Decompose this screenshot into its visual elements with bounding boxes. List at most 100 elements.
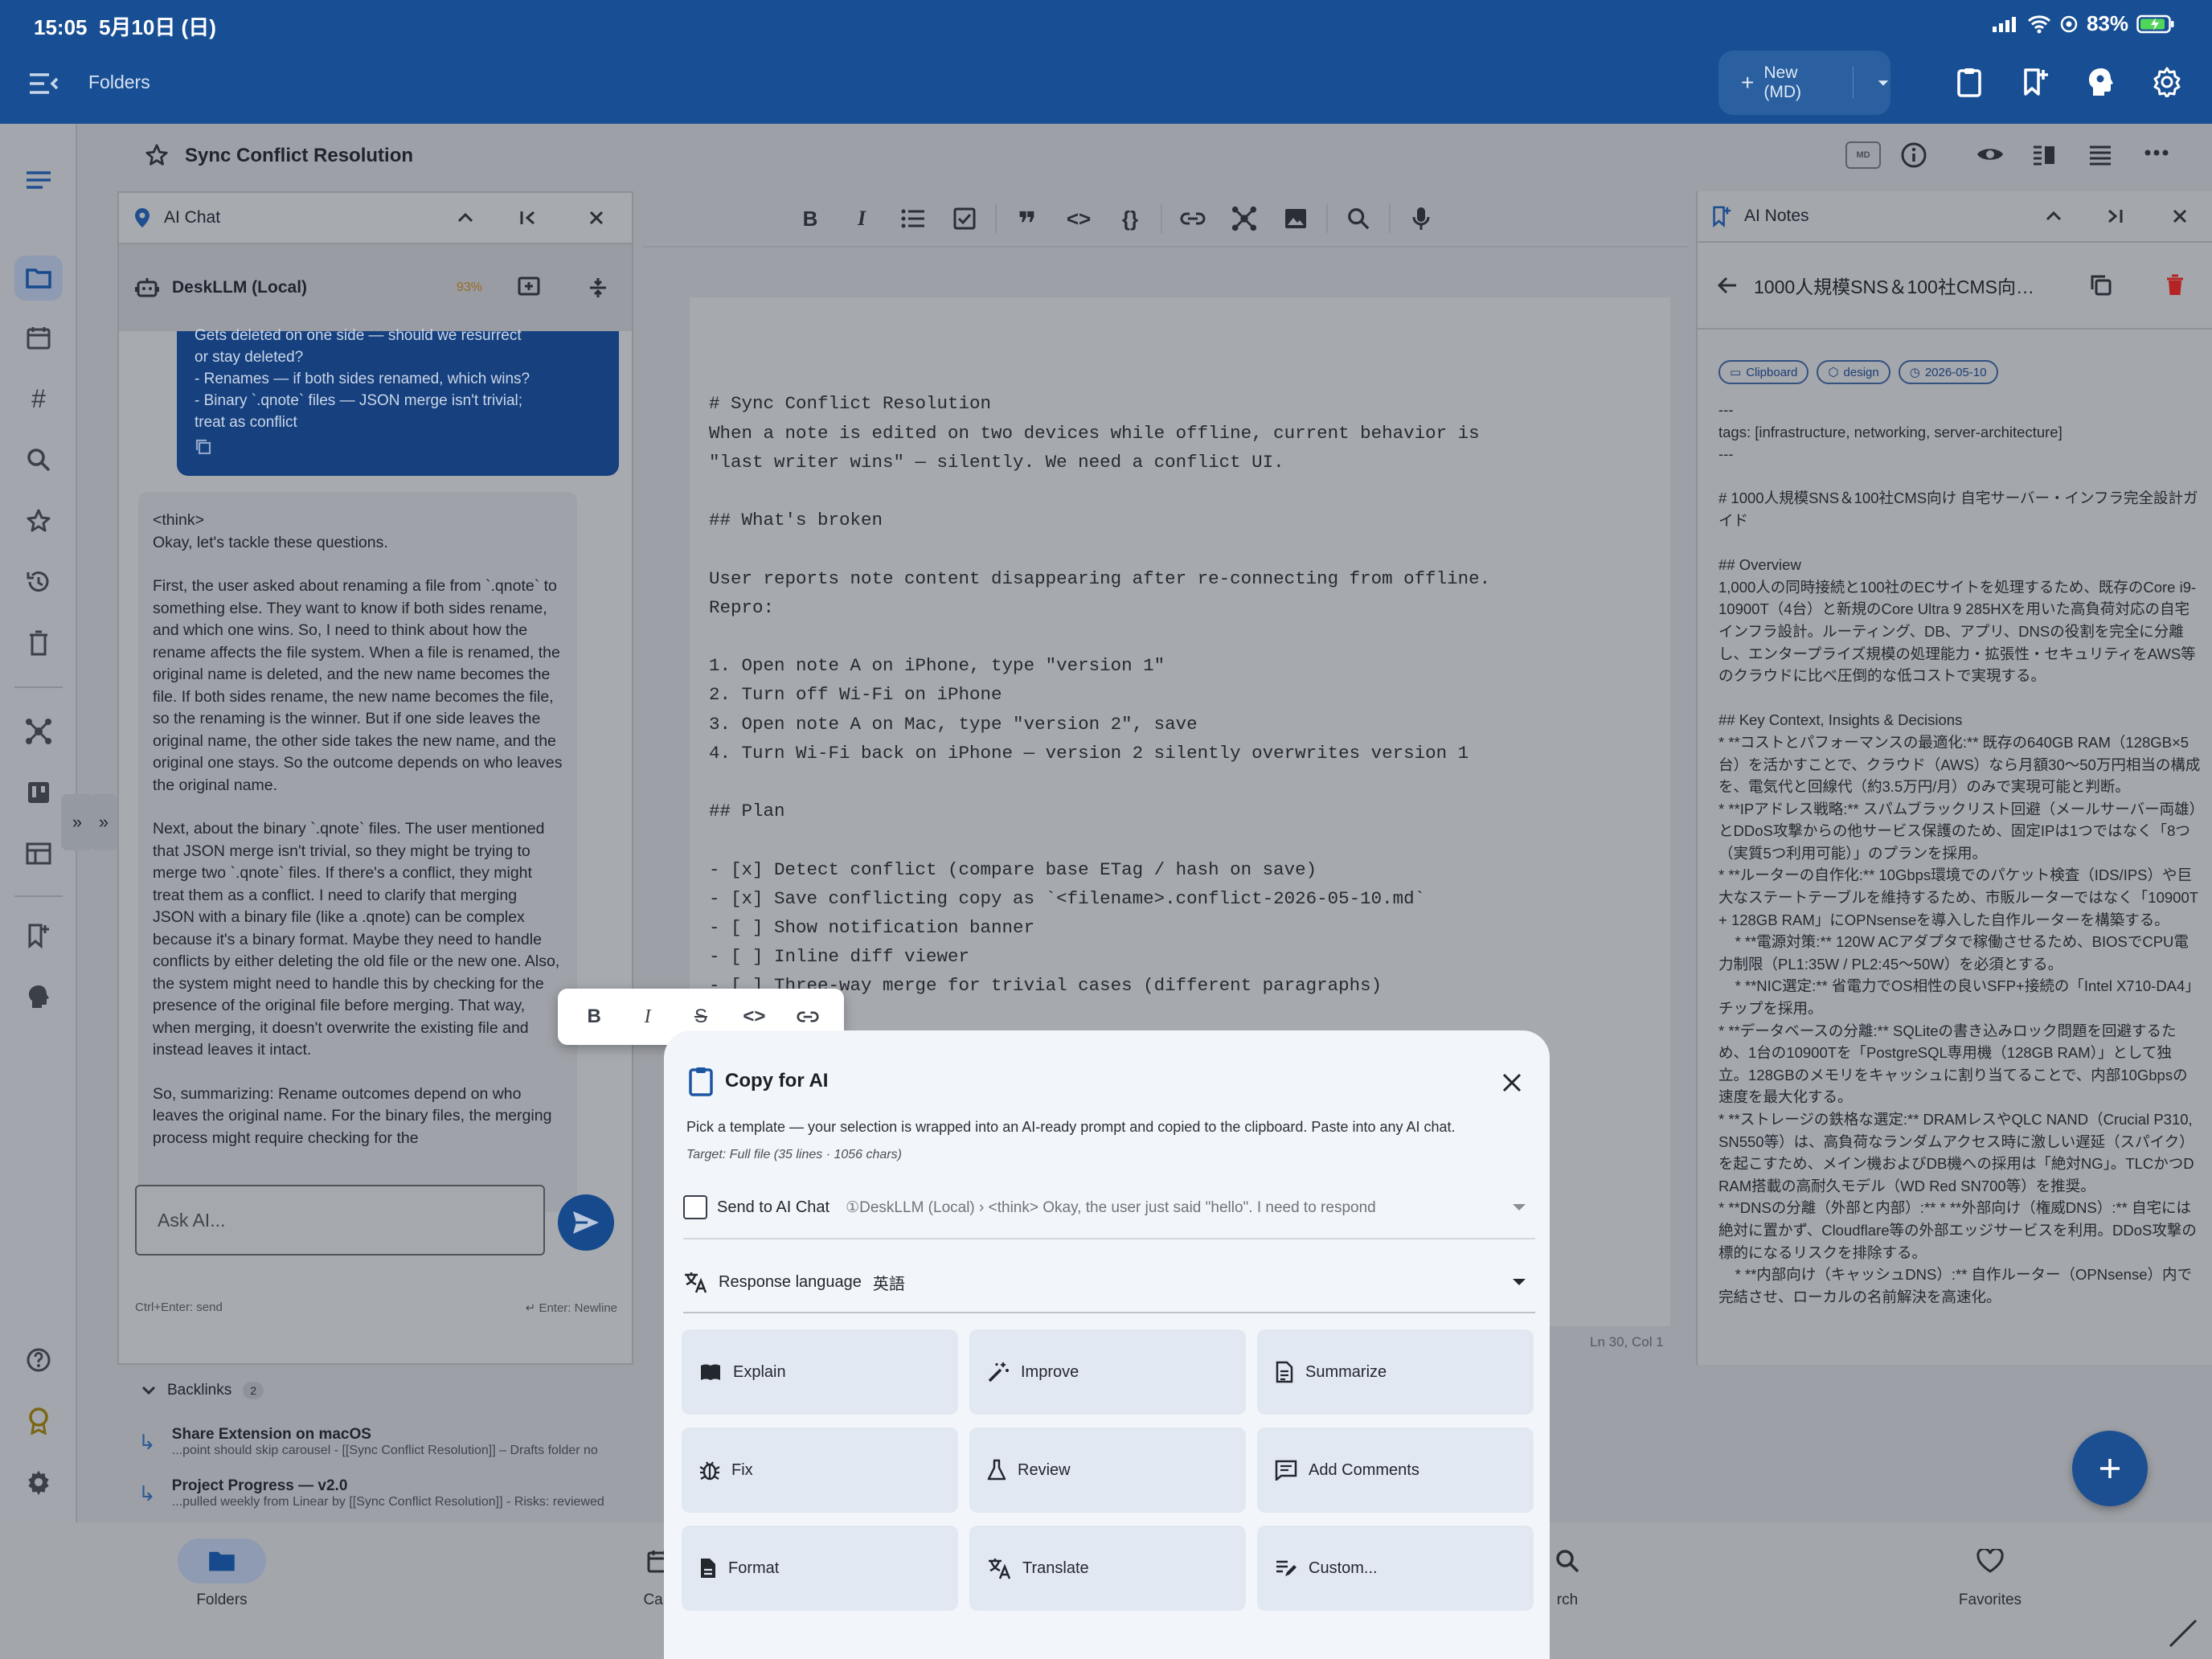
hashtag-icon: # [31,383,46,413]
send-button[interactable] [558,1194,614,1251]
close-icon[interactable] [2172,208,2188,224]
send-to-chat-checkbox[interactable] [683,1195,707,1219]
rail-search-button[interactable] [18,439,59,481]
status-time: 15:05 5月10日 (日) [34,15,216,39]
collapse-right-icon[interactable] [2106,208,2124,224]
menu-collapse-button[interactable] [27,68,63,100]
chevron-down-icon[interactable] [1876,77,1890,88]
rail-calendar-button[interactable] [18,317,59,358]
popover-italic-button[interactable]: I [622,991,674,1043]
app-header: 15:05 5月10日 (日) 83% Folders + New (MD) [0,0,2212,124]
rail-ai-button[interactable] [18,976,59,1018]
rail-help-button[interactable] [18,1339,59,1381]
action-add-comments[interactable]: Add Comments [1257,1428,1534,1513]
search-icon [27,449,51,472]
md-badge[interactable]: MD [1845,141,1881,169]
action-improve[interactable]: Improve [969,1329,1246,1415]
split-view-button[interactable] [2032,145,2056,166]
rail-tags-button[interactable]: # [18,378,59,420]
list-view-icon [2090,145,2111,166]
preview-button[interactable] [1976,145,2005,164]
chevron-up-icon[interactable] [2045,211,2062,222]
user-message-bubble: Gets deleted on one side — should we res… [177,327,619,476]
favorite-star-button[interactable] [145,143,169,167]
status-indicators: 83% [1992,11,2175,36]
add-chat-icon[interactable] [518,276,540,299]
rail-graph-button[interactable] [18,711,59,752]
ai-chat-panel: AI Chat DeskLLM (Local) 93% Gets deleted… [117,191,633,1365]
expand-icon[interactable] [588,276,608,299]
copy-icon[interactable] [195,438,212,456]
bullet-list-button[interactable] [887,191,939,246]
outline-view-button[interactable] [2088,145,2112,166]
close-icon[interactable] [588,210,604,226]
chevron-down-icon[interactable] [1511,1202,1527,1212]
action-format[interactable]: Format [682,1526,958,1611]
clipboard-button[interactable] [1945,58,1993,106]
translate-icon [685,1272,707,1293]
bold-button[interactable]: B [784,191,836,246]
chevron-up-icon[interactable] [457,212,474,223]
find-button[interactable] [1333,191,1384,246]
code-block-button[interactable]: {} [1104,191,1156,246]
ai-model-name[interactable]: DeskLLM (Local) [172,278,307,297]
inline-code-button[interactable]: <> [1053,191,1104,246]
checkbox-button[interactable] [939,191,990,246]
action-explain[interactable]: Explain [682,1329,958,1415]
rail-history-button[interactable] [18,561,59,603]
rail-settings-button[interactable] [18,1461,59,1503]
rail-trash-button[interactable] [18,622,59,664]
chip-tag[interactable]: ⬡ design [1817,360,1890,384]
dictation-button[interactable] [1395,191,1447,246]
link-button[interactable] [1167,191,1219,246]
action-custom[interactable]: Custom... [1257,1526,1534,1611]
ai-brain-button[interactable] [2077,58,2125,106]
new-note-button[interactable]: + New (MD) [1718,51,1890,115]
chip-date[interactable]: ◷ 2026-05-10 [1898,360,1998,384]
menu-open-icon [30,73,59,94]
settings-button[interactable] [2143,58,2191,106]
link-arrow-icon: ↳ [138,1429,156,1454]
response-language-row[interactable]: Response language 英語 [683,1262,1535,1302]
sheet-close-button[interactable] [1490,1061,1534,1104]
code-icon: <> [1066,206,1092,231]
action-translate[interactable]: Translate [969,1526,1246,1611]
pencil-indicator-icon [2169,1619,2198,1648]
nav-favorites[interactable]: Favorites [1902,1538,2079,1609]
add-bookmark-button[interactable] [2011,58,2059,106]
action-fix[interactable]: Fix [682,1428,958,1513]
sheet-description: Pick a template — your selection is wrap… [686,1119,1456,1135]
info-button[interactable] [1900,141,1927,169]
quote-button[interactable]: ❞ [1002,191,1053,246]
back-arrow-icon[interactable] [1717,276,1738,295]
rail-favorites-button[interactable] [18,500,59,542]
nav-folders[interactable]: Folders [133,1538,310,1609]
ask-ai-input[interactable]: Ask AI... [135,1185,545,1256]
collapse-left-icon[interactable] [519,210,537,226]
editor-content[interactable]: # Sync Conflict Resolution When a note is… [709,331,1490,1030]
more-options-button[interactable] [2144,150,2169,156]
chip-clipboard[interactable]: ▭ Clipboard [1718,360,1809,384]
graph-link-button[interactable] [1219,191,1270,246]
expand-panel-handle[interactable]: » [90,794,117,850]
chat-target-select[interactable]: ①DeskLLM (Local) › <think> Okay, the use… [846,1198,1489,1217]
rail-premium-button[interactable] [18,1400,59,1442]
delete-icon[interactable] [2165,274,2185,297]
action-summarize[interactable]: Summarize [1257,1329,1534,1415]
popover-bold-button[interactable]: B [568,991,620,1043]
image-button[interactable] [1270,191,1321,246]
rail-table-button[interactable] [18,833,59,875]
bug-icon [699,1461,720,1481]
action-review[interactable]: Review [969,1428,1246,1513]
rail-bookmark-button[interactable] [18,915,59,956]
expand-rail-handle[interactable]: » [61,794,93,850]
italic-button[interactable]: I [836,191,887,246]
rail-folders-button[interactable] [14,256,63,301]
table-icon [26,842,51,865]
note-title: 1000人規模SNS＆100社CMS向… [1754,276,2034,297]
copy-icon[interactable] [2090,274,2112,297]
response-language-value: 英語 [872,1275,905,1293]
rail-outline-button[interactable] [18,159,59,201]
rail-board-button[interactable] [18,772,59,813]
add-fab[interactable] [2072,1431,2148,1506]
